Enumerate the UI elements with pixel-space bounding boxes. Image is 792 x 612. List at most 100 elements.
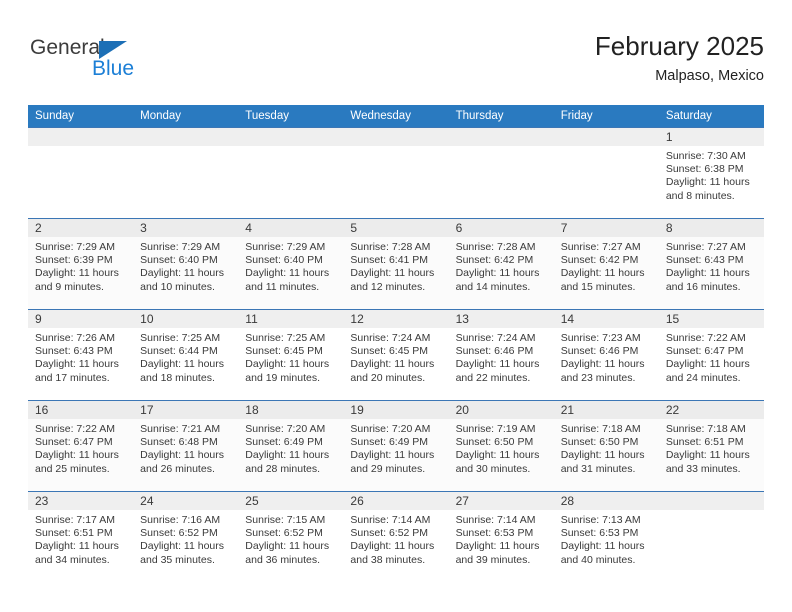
calendar-header-row: Sunday Monday Tuesday Wednesday Thursday Frid… [28,105,764,128]
calendar-table: Sunday Monday Tuesday Wednesday Thursday Frid… [28,105,764,582]
day-number: 26 [343,492,449,510]
daylight-duration-line2: and 10 minutes. [140,280,215,293]
daylight-duration-line1: Daylight: 11 hours [245,358,330,371]
calendar-day-cell[interactable]: 23 Sunrise: 7:17 AM Sunset: 6:51 PM Dayligh… [28,491,134,582]
calendar-day-cell[interactable]: 15 Sunrise: 7:22 AM Sunset: 6:47 PM Dayligh… [658,309,764,401]
calendar-week-row: 16 Sunrise: 7:22 AM Sunset: 6:47 PM Dayligh… [28,400,764,492]
sunrise-time: Sunrise: 7:19 AM [455,423,536,435]
daylight-duration-line2: and 38 minutes. [350,553,426,566]
calendar-day-cell[interactable]: 9 Sunrise: 7:26 AM Sunset: 6:43 PM Daylight… [28,309,134,401]
sunrise-time: Sunrise: 7:25 AM [140,332,221,344]
daylight-duration-line2: and 24 minutes. [665,371,741,384]
calendar-day-cell-empty[interactable] [133,127,239,219]
calendar-day-cell[interactable]: 21 Sunrise: 7:18 AM Sunset: 6:50 PM Dayligh… [553,400,659,492]
calendar-day-cell[interactable]: 18 Sunrise: 7:20 AM Sunset: 6:49 PM Dayligh… [238,400,344,492]
sunset-time: Sunset: 6:49 PM [350,436,429,449]
calendar-day-cell[interactable]: 25 Sunrise: 7:15 AM Sunset: 6:52 PM Dayligh… [238,491,344,582]
day-number: 13 [448,310,554,328]
calendar-day-cell-empty[interactable] [553,127,659,219]
day-number [133,128,239,146]
calendar-day-cell[interactable]: 26 Sunrise: 7:14 AM Sunset: 6:52 PM Dayligh… [343,491,449,582]
calendar-day-cell-empty[interactable] [448,127,554,219]
calendar-day-cell[interactable]: 27 Sunrise: 7:14 AM Sunset: 6:53 PM Dayligh… [448,491,554,582]
calendar-day-cell[interactable]: 4 Sunrise: 7:29 AM Sunset: 6:40 PM Daylight… [238,218,344,310]
calendar-day-cell[interactable]: 24 Sunrise: 7:16 AM Sunset: 6:52 PM Dayligh… [133,491,239,582]
calendar-day-cell[interactable]: 10 Sunrise: 7:25 AM Sunset: 6:44 PM Dayligh… [133,309,239,401]
day-number: 21 [553,401,659,419]
sunrise-time: Sunrise: 7:20 AM [350,423,431,435]
calendar-day-cell[interactable]: 13 Sunrise: 7:24 AM Sunset: 6:46 PM Dayligh… [448,309,554,401]
sunrise-time: Sunrise: 7:22 AM [35,423,115,435]
daylight-duration-line2: and 28 minutes. [245,462,320,475]
sunset-time: Sunset: 6:47 PM [35,436,113,449]
day-number: 19 [343,401,449,419]
calendar-day-cell[interactable]: 19 Sunrise: 7:20 AM Sunset: 6:49 PM Dayligh… [343,400,449,492]
day-number: 3 [133,219,239,237]
day-number: 14 [553,310,659,328]
sunset-time: Sunset: 6:46 PM [560,345,639,358]
calendar-day-cell[interactable]: 5 Sunrise: 7:28 AM Sunset: 6:41 PM Daylight… [343,218,449,310]
day-number: 15 [658,310,764,328]
calendar-day-cell[interactable]: 3 Sunrise: 7:29 AM Sunset: 6:40 PM Daylight… [133,218,239,310]
calendar-body: 1 Sunrise: 7:30 AM Sunset: 6:38 PM Daylight… [28,127,764,582]
daylight-duration-line1: Daylight: 11 hours [245,449,330,462]
calendar-day-cell[interactable]: 1 Sunrise: 7:30 AM Sunset: 6:38 PM Daylight… [658,127,764,219]
sunrise-time: Sunrise: 7:27 AM [665,241,746,253]
sunset-time: Sunset: 6:51 PM [35,527,113,540]
sunrise-time: Sunrise: 7:29 AM [245,241,326,253]
sunset-time: Sunset: 6:38 PM [665,163,744,176]
daylight-duration-line2: and 29 minutes. [350,462,426,475]
sunset-time: Sunset: 6:43 PM [665,254,744,267]
sunset-time: Sunset: 6:53 PM [455,527,534,540]
sunrise-time: Sunrise: 7:15 AM [245,514,326,526]
calendar-day-cell[interactable]: 22 Sunrise: 7:18 AM Sunset: 6:51 PM Dayligh… [658,400,764,492]
day-details: Sunrise: 7:30 AM Sunset: 6:38 PM Daylight:… [659,146,764,203]
calendar-day-cell-empty[interactable] [658,491,764,582]
day-number [658,492,764,510]
page-title: February 2025 [594,31,764,61]
day-details: Sunrise: 7:29 AM Sunset: 6:39 PM Daylight:… [28,237,133,294]
calendar-day-cell[interactable]: 11 Sunrise: 7:25 AM Sunset: 6:45 PM Dayligh… [238,309,344,401]
day-details: Sunrise: 7:13 AM Sunset: 6:53 PM Daylight:… [554,510,659,567]
sunset-time: Sunset: 6:45 PM [245,345,323,358]
daylight-duration-line2: and 23 minutes. [560,371,636,384]
calendar-week-row: 23 Sunrise: 7:17 AM Sunset: 6:51 PM Dayligh… [28,491,764,582]
sunrise-time: Sunrise: 7:18 AM [665,423,746,435]
calendar-week-row: 1 Sunrise: 7:30 AM Sunset: 6:38 PM Daylight… [28,127,764,219]
sunrise-time: Sunrise: 7:14 AM [455,514,536,526]
weekday-header-sunday: Sunday [28,105,134,128]
calendar-day-cell[interactable]: 8 Sunrise: 7:27 AM Sunset: 6:43 PM Daylight… [658,218,764,310]
daylight-duration-line2: and 31 minutes. [560,462,636,475]
calendar-day-cell[interactable]: 6 Sunrise: 7:28 AM Sunset: 6:42 PM Daylight… [448,218,554,310]
sunset-time: Sunset: 6:53 PM [560,527,639,540]
calendar-day-cell[interactable]: 14 Sunrise: 7:23 AM Sunset: 6:46 PM Dayligh… [553,309,659,401]
sunset-time: Sunset: 6:42 PM [455,254,534,267]
weekday-header-tuesday: Tuesday [238,105,344,128]
calendar-day-cell-empty[interactable] [28,127,134,219]
calendar-day-cell-empty[interactable] [343,127,449,219]
day-number: 8 [658,219,764,237]
calendar-day-cell[interactable]: 16 Sunrise: 7:22 AM Sunset: 6:47 PM Dayligh… [28,400,134,492]
calendar-day-cell[interactable]: 17 Sunrise: 7:21 AM Sunset: 6:48 PM Dayligh… [133,400,239,492]
daylight-duration-line2: and 33 minutes. [665,462,741,475]
daylight-duration-line2: and 20 minutes. [350,371,426,384]
calendar-day-cell[interactable]: 12 Sunrise: 7:24 AM Sunset: 6:45 PM Dayligh… [343,309,449,401]
day-details: Sunrise: 7:20 AM Sunset: 6:49 PM Daylight:… [238,419,343,476]
calendar-day-cell[interactable]: 28 Sunrise: 7:13 AM Sunset: 6:53 PM Dayligh… [553,491,659,582]
daylight-duration-line1: Daylight: 11 hours [455,449,540,462]
daylight-duration-line1: Daylight: 11 hours [665,358,750,371]
sunrise-time: Sunrise: 7:23 AM [560,332,641,344]
day-number: 1 [658,128,764,146]
day-details: Sunrise: 7:24 AM Sunset: 6:46 PM Daylight:… [449,328,554,385]
daylight-duration-line2: and 39 minutes. [455,553,531,566]
day-details: Sunrise: 7:25 AM Sunset: 6:44 PM Daylight:… [133,328,238,385]
day-details: Sunrise: 7:29 AM Sunset: 6:40 PM Daylight:… [238,237,343,294]
calendar-day-cell[interactable]: 2 Sunrise: 7:29 AM Sunset: 6:39 PM Daylight… [28,218,134,310]
daylight-duration-line1: Daylight: 11 hours [560,540,645,553]
calendar-day-cell[interactable]: 20 Sunrise: 7:19 AM Sunset: 6:50 PM Dayligh… [448,400,554,492]
sunset-time: Sunset: 6:46 PM [455,345,534,358]
sunrise-time: Sunrise: 7:21 AM [140,423,221,435]
calendar-day-cell[interactable]: 7 Sunrise: 7:27 AM Sunset: 6:42 PM Daylight… [553,218,659,310]
calendar-day-cell-empty[interactable] [238,127,344,219]
daylight-duration-line1: Daylight: 11 hours [350,358,435,371]
